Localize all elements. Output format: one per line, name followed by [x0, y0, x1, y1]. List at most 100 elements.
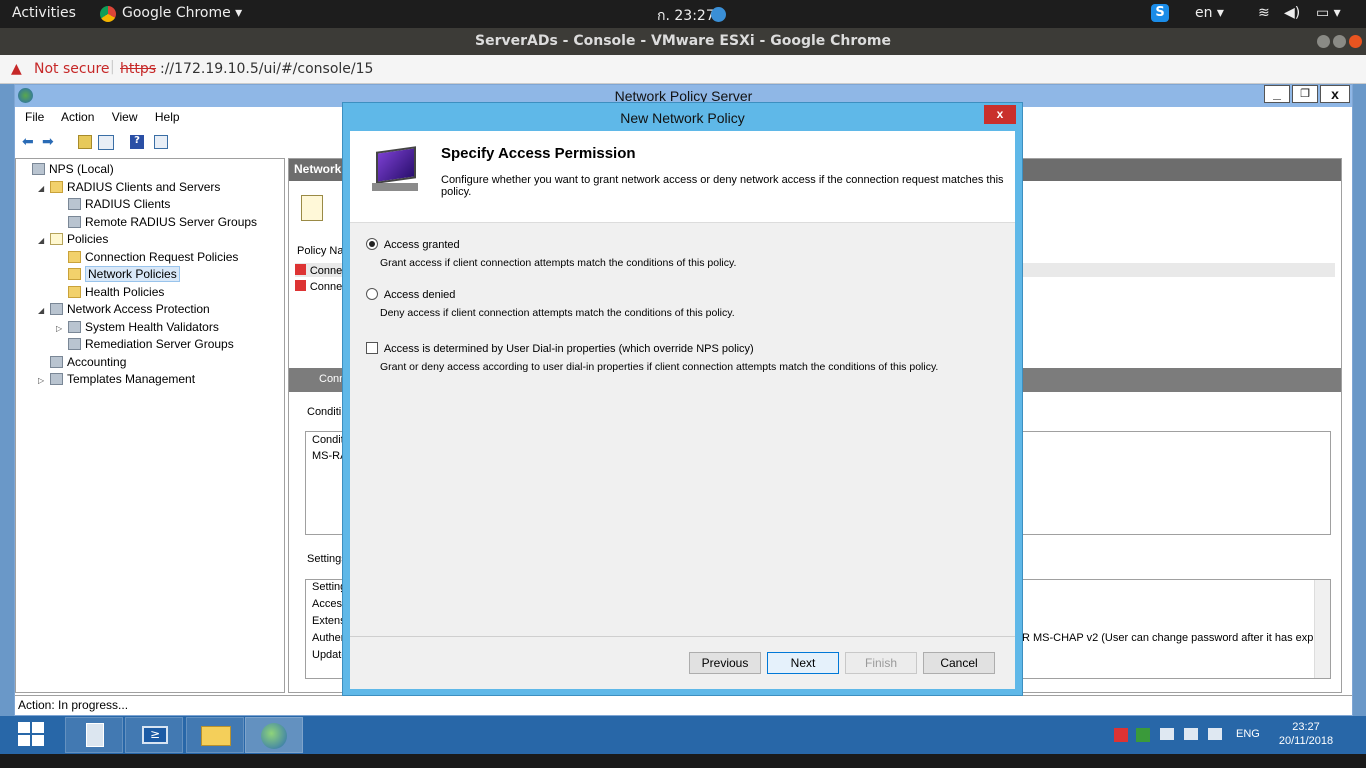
network-icon[interactable]	[1184, 728, 1198, 740]
tree-item[interactable]: RADIUS Clients	[16, 196, 284, 214]
nps-minimize-button[interactable]: _	[1264, 85, 1290, 103]
menu-help[interactable]: Help	[155, 110, 180, 124]
tree-item[interactable]: ▷ Templates Management	[16, 371, 284, 389]
tree-expander[interactable]: ◢	[38, 180, 50, 197]
nps-app-icon	[18, 88, 33, 103]
policy-row-2[interactable]: Conne	[295, 279, 342, 293]
tree-expander[interactable]: ▷	[56, 320, 68, 337]
policy-name-column[interactable]: Policy Nar	[297, 245, 347, 257]
dial-in-checkbox[interactable]	[366, 342, 378, 354]
url-scheme[interactable]: https	[120, 61, 156, 77]
activities-button[interactable]: Activities	[12, 5, 76, 21]
clock[interactable]: ก. 23:27	[657, 5, 715, 27]
server-icon	[68, 198, 81, 210]
tree-item[interactable]: Remediation Server Groups	[16, 336, 284, 354]
chrome-window-title: ServerADs - Console - VMware ESXi - Goog…	[0, 28, 1366, 55]
access-granted-description: Grant access if client connection attemp…	[380, 257, 737, 269]
access-granted-option[interactable]: Access granted	[366, 237, 460, 251]
tree-item-label: Accounting	[67, 354, 127, 369]
menu-file[interactable]: File	[25, 110, 44, 124]
help-icon[interactable]: ?	[130, 135, 144, 149]
dialog-title: New Network Policy	[620, 110, 745, 126]
access-granted-radio[interactable]	[366, 238, 378, 250]
app-menu[interactable]: Google Chrome ▾	[122, 5, 242, 21]
separator: |	[110, 59, 115, 75]
tree-item[interactable]: ◢ Network Access Protection	[16, 301, 284, 319]
gnome-top-bar: Activities Google Chrome ▾ ก. 23:27 S en…	[0, 0, 1366, 28]
tree-expander[interactable]: ◢	[38, 302, 50, 319]
address-bar[interactable]: ▲ Not secure | https ://172.19.10.5/ui/#…	[0, 55, 1366, 84]
dialog-close-button[interactable]: x	[984, 105, 1016, 124]
tree-item[interactable]: ◢ RADIUS Clients and Servers	[16, 179, 284, 197]
vertical-scrollbar[interactable]	[1314, 580, 1330, 678]
nps-taskbar-icon[interactable]	[245, 717, 303, 753]
dial-in-option[interactable]: Access is determined by User Dial-in pro…	[366, 341, 754, 355]
menu-action[interactable]: Action	[61, 110, 94, 124]
shield-icon	[50, 303, 63, 315]
minimize-window-button[interactable]	[1317, 35, 1330, 48]
security-icon[interactable]	[1136, 728, 1150, 742]
disabled-policy-icon	[295, 280, 306, 291]
tree-expander[interactable]: ▷	[38, 372, 50, 389]
policy-row-1-name: Conne	[309, 265, 343, 277]
input-language[interactable]: ENG	[1236, 728, 1260, 740]
tree-item[interactable]: ▷ System Health Validators	[16, 319, 284, 337]
server-manager-icon[interactable]	[65, 717, 123, 753]
folder-icon	[50, 180, 63, 193]
nps-close-button[interactable]: x	[1320, 85, 1350, 103]
nps-restore-button[interactable]: ❐	[1292, 85, 1318, 103]
policy-doc-icon	[301, 195, 323, 221]
finish-button[interactable]: Finish	[845, 652, 917, 674]
taskbar-time: 23:27	[1292, 721, 1320, 733]
network-warning-icon[interactable]	[1114, 728, 1128, 742]
policy-icon	[50, 233, 63, 245]
tree-item-label: System Health Validators	[85, 319, 219, 334]
new-network-policy-dialog: New Network Policy x Specify Access Perm…	[342, 102, 1023, 696]
properties-icon[interactable]	[154, 135, 168, 149]
next-button[interactable]: Next	[767, 652, 839, 674]
url-text[interactable]: ://172.19.10.5/ui/#/console/15	[160, 61, 373, 77]
access-denied-option[interactable]: Access denied	[366, 287, 455, 301]
access-granted-label[interactable]: Access granted	[384, 239, 460, 251]
tree-expander[interactable]: ◢	[38, 232, 50, 249]
speaker-muted-icon[interactable]	[1208, 728, 1222, 740]
access-denied-label[interactable]: Access denied	[384, 289, 456, 301]
up-folder-icon[interactable]	[78, 135, 92, 149]
dialog-heading: Specify Access Permission	[441, 145, 636, 162]
cancel-button[interactable]: Cancel	[923, 652, 995, 674]
tree-item-label: Health Policies	[85, 284, 165, 299]
close-window-button[interactable]	[1349, 35, 1362, 48]
language-indicator[interactable]: en ▾	[1195, 5, 1224, 21]
show-tree-icon[interactable]	[98, 135, 114, 150]
tree-item-label: Policies	[67, 232, 109, 246]
tree-item[interactable]: Accounting	[16, 354, 284, 372]
maximize-window-button[interactable]	[1333, 35, 1346, 48]
taskbar-clock[interactable]: 23:27 20/11/2018	[1276, 720, 1336, 748]
tree-item[interactable]: Connection Request Policies	[16, 249, 284, 267]
back-arrow-icon[interactable]: ⬅	[22, 134, 34, 150]
volume-icon[interactable]: ◀)	[1284, 5, 1300, 21]
menu-view[interactable]: View	[112, 110, 138, 124]
battery-icon[interactable]: ▭ ▾	[1316, 5, 1341, 21]
dialog-description: Configure whether you want to grant netw…	[441, 174, 1004, 198]
dial-in-label[interactable]: Access is determined by User Dial-in pro…	[384, 343, 754, 355]
tree-item[interactable]: Remote RADIUS Server Groups	[16, 214, 284, 232]
powershell-icon[interactable]: ≥	[125, 717, 183, 753]
tree-item[interactable]: Network Policies	[16, 266, 284, 284]
display-icon[interactable]	[1160, 728, 1174, 740]
skype-icon[interactable]: S	[1151, 4, 1169, 22]
file-explorer-icon[interactable]	[186, 717, 244, 753]
settings-label: Settings	[307, 553, 347, 565]
windows-start-icon[interactable]	[18, 722, 46, 748]
wifi-icon[interactable]: ≋	[1258, 5, 1270, 21]
tree-item[interactable]: ◢ Policies	[16, 231, 284, 249]
tree-item[interactable]: Health Policies	[16, 284, 284, 302]
divider	[350, 636, 1015, 637]
server-icon	[68, 338, 81, 350]
tree-item-label: Network Access Protection	[67, 302, 210, 316]
not-secure-label[interactable]: Not secure	[34, 61, 110, 77]
previous-button[interactable]: Previous	[689, 652, 761, 674]
forward-arrow-icon[interactable]: ➡	[42, 134, 54, 150]
access-denied-radio[interactable]	[366, 288, 378, 300]
tree-item[interactable]: NPS (Local)	[16, 161, 284, 179]
